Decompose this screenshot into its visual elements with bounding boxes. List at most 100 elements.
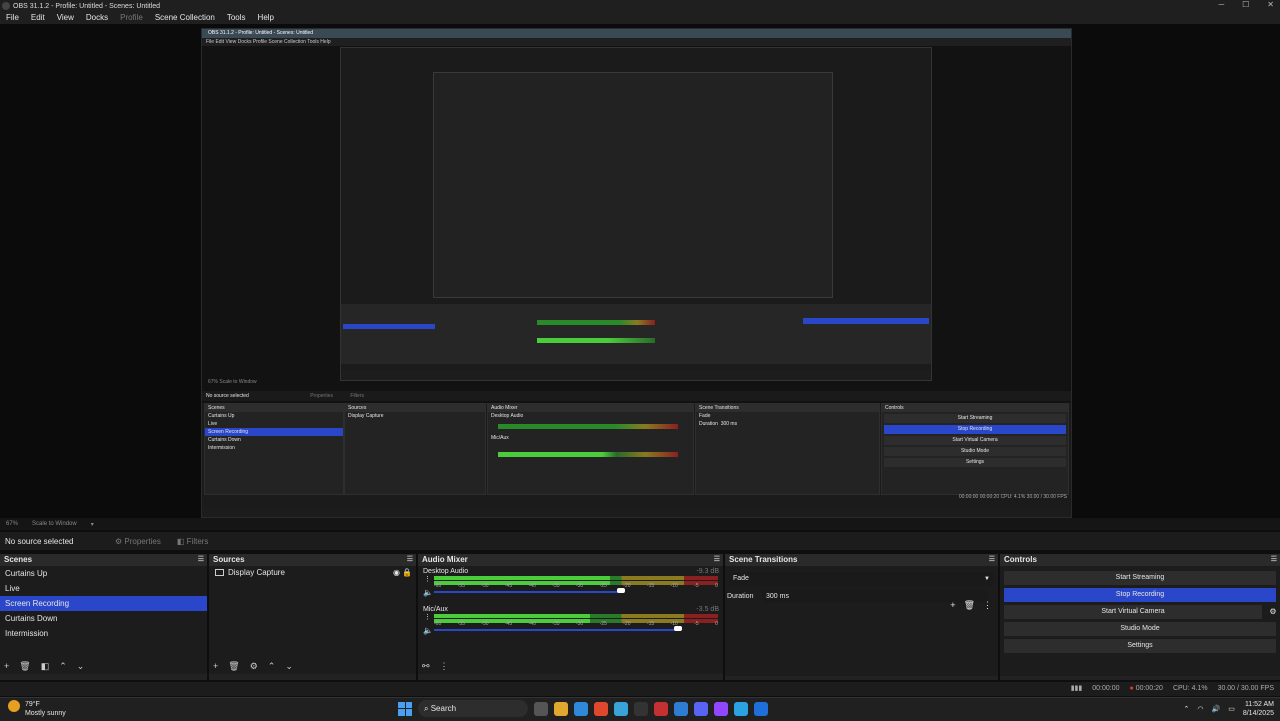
menu-docks[interactable]: Docks — [80, 12, 114, 24]
app-icon[interactable] — [674, 701, 688, 716]
chevron-up-icon[interactable]: ⌃ — [1184, 705, 1190, 713]
obs-icon[interactable] — [634, 701, 648, 716]
gear-icon[interactable]: ⚙ — [250, 661, 258, 672]
dock-menu-icon[interactable]: ☰ — [407, 554, 413, 566]
source-item[interactable]: Display Capture ◉ 🔒 — [209, 566, 416, 580]
speaker-icon[interactable]: 🔈 — [423, 626, 433, 635]
brave-icon[interactable] — [594, 701, 608, 716]
more-icon[interactable]: ⋮ — [983, 600, 992, 611]
more-icon[interactable]: ⋮ — [424, 613, 431, 621]
menu-file[interactable]: File — [0, 12, 25, 24]
menu-edit[interactable]: Edit — [25, 12, 51, 24]
windows-start-icon[interactable] — [398, 701, 412, 716]
controls-title: Controls — [1004, 555, 1037, 564]
menu-scene-collection[interactable]: Scene Collection — [149, 12, 221, 24]
move-down-icon[interactable]: ⌄ — [285, 661, 293, 672]
level-meter — [434, 614, 718, 618]
controls-header: Controls ☰ — [1000, 554, 1280, 566]
dock-menu-icon[interactable]: ☰ — [714, 554, 720, 566]
filters-button[interactable]: ◧ Filters — [177, 537, 209, 546]
volume-slider-handle[interactable] — [674, 626, 683, 631]
dock-menu-icon[interactable]: ☰ — [1271, 554, 1277, 566]
move-down-icon[interactable]: ⌄ — [77, 661, 85, 672]
clock[interactable]: 11:52 AM 8/14/2025 — [1243, 700, 1274, 718]
trash-icon[interactable]: 🗑 — [964, 600, 975, 611]
file-explorer-icon[interactable] — [554, 701, 568, 716]
twitch-icon[interactable] — [714, 701, 728, 716]
more-icon[interactable]: ⋮ — [424, 575, 431, 583]
more-icon[interactable]: ⋮ — [440, 661, 449, 672]
gear-icon[interactable]: ⚙ — [1266, 605, 1280, 619]
move-up-icon[interactable]: ⌃ — [268, 661, 276, 672]
scene-item[interactable]: Intermission — [0, 626, 207, 641]
transition-select[interactable]: Fade ▼ — [729, 572, 994, 586]
studio-mode-button[interactable]: Studio Mode — [1004, 622, 1276, 636]
menu-profile[interactable]: Profile — [114, 12, 149, 24]
scene-item[interactable]: Curtains Up — [0, 566, 207, 581]
browser-icon[interactable] — [614, 701, 628, 716]
nested-inner-scene-selected — [343, 324, 435, 329]
scale-mode[interactable]: Scale to Window — [32, 521, 77, 527]
scale-tick: -15 — [646, 583, 655, 589]
menu-help[interactable]: Help — [252, 12, 280, 24]
speaker-icon[interactable]: 🔈 — [423, 588, 433, 597]
edge-icon[interactable] — [574, 701, 588, 716]
scale-tick: -35 — [552, 583, 560, 589]
nested-inner-stop-recording — [803, 318, 929, 324]
store-icon[interactable] — [754, 701, 768, 716]
scene-item[interactable]: Live — [0, 581, 207, 596]
minimize-icon[interactable]: ─ — [1218, 0, 1224, 9]
scale-dropdown-icon[interactable]: ▾ — [91, 521, 94, 528]
discord-icon[interactable] — [694, 701, 708, 716]
scale-tick: 0 — [715, 621, 718, 627]
title-bar: OBS 31.1.2 - Profile: Untitled - Scenes:… — [0, 0, 1280, 12]
link-icon[interactable]: ⚯ — [422, 661, 430, 672]
stop-recording-button[interactable]: Stop Recording — [1004, 588, 1276, 602]
dock-menu-icon[interactable]: ☰ — [198, 554, 204, 566]
settings-button[interactable]: Settings — [1004, 639, 1276, 653]
nested-mixer-title: Audio Mixer — [488, 404, 693, 412]
telegram-icon[interactable] — [734, 701, 748, 716]
add-icon[interactable]: + — [950, 600, 955, 611]
nested-no-source: No source selected — [206, 393, 249, 399]
menu-view[interactable]: View — [51, 12, 80, 24]
filter-icon[interactable]: ◧ — [41, 661, 50, 672]
add-icon[interactable]: + — [4, 661, 9, 672]
volume-icon[interactable]: 🔊 — [1212, 705, 1221, 713]
nested-docks: Scenes Curtains Up Live Screen Recording… — [202, 403, 1071, 507]
search-icon: ⌕ — [424, 704, 431, 713]
lock-icon[interactable]: 🔒 — [402, 566, 412, 580]
trash-icon[interactable]: 🗑 — [19, 661, 30, 672]
properties-button[interactable]: ⚙ Properties — [115, 537, 161, 546]
virtual-camera-label: Start Virtual Camera — [1101, 608, 1165, 615]
scale-tick: -25 — [599, 621, 607, 627]
wifi-icon[interactable]: ◠ — [1197, 705, 1203, 713]
menu-tools[interactable]: Tools — [221, 12, 252, 24]
scene-item[interactable]: Screen Recording — [0, 596, 207, 611]
nested-status: 00:00:00 00:00:20 CPU: 4.1% 30.00 / 30.0… — [958, 494, 1067, 500]
scenes-title: Scenes — [4, 555, 33, 564]
scenes-dock: Scenes ☰ Curtains Up Live Screen Recordin… — [0, 554, 207, 680]
start-streaming-button[interactable]: Start Streaming — [1004, 571, 1276, 585]
start-virtual-camera-button[interactable]: Start Virtual Camera ⚙ — [1004, 605, 1280, 619]
trash-icon[interactable]: 🗑 — [228, 661, 239, 672]
zoom-level[interactable]: 67% — [6, 521, 18, 527]
add-icon[interactable]: + — [213, 661, 218, 672]
app-icon[interactable] — [654, 701, 668, 716]
task-view-icon[interactable] — [534, 701, 548, 716]
move-up-icon[interactable]: ⌃ — [59, 661, 67, 672]
taskbar-search[interactable]: ⌕ Search — [418, 700, 528, 717]
maximize-icon[interactable]: ☐ — [1242, 0, 1249, 9]
volume-slider-handle[interactable] — [617, 588, 626, 593]
close-icon[interactable]: ✕ — [1267, 0, 1274, 9]
weather-widget[interactable]: 79°F Mostly sunny — [8, 700, 66, 718]
dock-menu-icon[interactable]: ☰ — [989, 554, 995, 566]
eye-icon[interactable]: ◉ — [393, 566, 400, 580]
nested-control-button: Start Streaming — [884, 414, 1066, 423]
scene-item[interactable]: Curtains Down — [0, 611, 207, 626]
nested-meter-1 — [498, 424, 678, 429]
battery-icon[interactable]: ▭ — [1228, 705, 1235, 713]
nested-control-button: Settings — [884, 458, 1066, 467]
transition-value: Fade — [733, 575, 749, 582]
taskbar-apps: ⌕ Search — [398, 700, 768, 717]
